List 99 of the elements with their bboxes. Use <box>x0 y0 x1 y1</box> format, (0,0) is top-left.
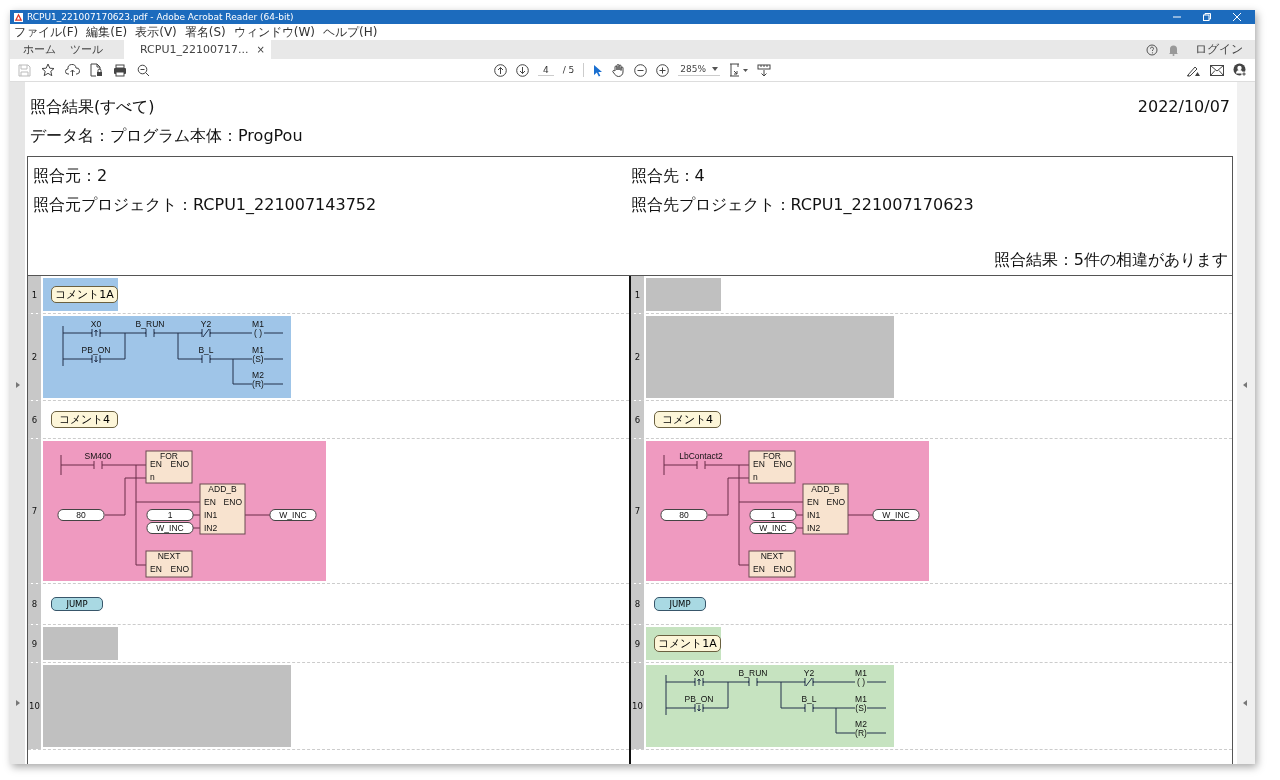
zoom-dropdown[interactable]: 285% <box>678 64 721 76</box>
pointer-icon[interactable] <box>593 63 604 77</box>
row-number: 10 <box>29 701 40 711</box>
menu-item[interactable]: ヘルプ(H) <box>323 23 378 41</box>
comment-label: コメント1A <box>51 286 118 303</box>
tab[interactable]: ツール <box>63 40 110 59</box>
coil: M2 (R) <box>855 719 867 738</box>
function-block: NEXT EN ENO <box>145 550 193 578</box>
row-number: 8 <box>31 599 38 609</box>
coil: M1 (S) <box>252 345 264 364</box>
menu-item[interactable]: 表示(V) <box>135 23 177 41</box>
row-number: 6 <box>31 414 38 425</box>
contact: PB_ON <box>81 345 111 364</box>
expand-right-icon[interactable] <box>1243 382 1247 388</box>
row-number: 9 <box>634 638 641 649</box>
previous-page-icon[interactable] <box>493 63 507 77</box>
function-block: FOR EN ENO n <box>145 450 193 484</box>
row-number: 10 <box>632 701 643 711</box>
zoom-out-button-icon[interactable] <box>634 63 648 77</box>
row-number: 7 <box>634 506 641 516</box>
coil: M1 (S) <box>855 694 867 713</box>
tab[interactable]: ホーム <box>16 40 63 59</box>
expand-right-icon[interactable] <box>1243 700 1247 706</box>
comment-label: コメント4 <box>51 411 118 428</box>
variable-label: 80 <box>57 509 105 521</box>
menu-item[interactable]: 編集(E) <box>86 23 128 41</box>
caret-icon <box>712 67 719 71</box>
tab[interactable]: RCPU1_22100717... × <box>124 40 271 59</box>
coil: M2 (R) <box>252 370 264 389</box>
source-project: 照合元プロジェクト：RCPU1_221007143752 <box>33 194 378 215</box>
contact: B_RUN <box>738 668 768 687</box>
report-title: 照合結果(すべて) <box>30 96 155 118</box>
contact: B_L <box>801 694 817 713</box>
contact: X0 <box>693 668 705 687</box>
pdf-file-icon <box>14 12 23 22</box>
row-number: 1 <box>31 289 38 300</box>
contact: B_RUN <box>135 319 165 338</box>
row-number: 8 <box>634 599 641 609</box>
minimize-icon[interactable] <box>1173 13 1181 21</box>
variable-label: W_INC <box>146 522 194 534</box>
menu-item[interactable]: ファイル(F) <box>14 23 79 41</box>
menu-item[interactable]: 署名(S) <box>184 23 226 41</box>
locked-file-icon[interactable] <box>90 63 103 77</box>
function-block: FOR EN ENO n <box>748 450 796 484</box>
contact: LbContact2 <box>679 451 723 470</box>
result-summary: 照合結果：5件の相違があります <box>993 250 1228 269</box>
menu-item[interactable]: ウィンドウ(W) <box>233 23 315 41</box>
contact: SM400 <box>84 451 112 470</box>
row-number: 6 <box>634 414 641 425</box>
row-number: 2 <box>634 352 641 362</box>
window-title: RCPU1_221007170623.pdf - Adobe Acrobat Reader (64-bit) <box>27 12 295 22</box>
contact: Y2 <box>803 668 815 687</box>
variable-label: 1 <box>146 509 194 521</box>
fit-page-icon[interactable] <box>729 63 749 77</box>
next-page-icon[interactable] <box>515 63 529 77</box>
login-link[interactable]: ログイン <box>1195 41 1243 58</box>
expand-left-icon[interactable] <box>16 382 20 388</box>
page-count: / 5 <box>562 65 575 75</box>
contact: PB_ON <box>684 694 714 713</box>
help-icon[interactable] <box>1146 43 1158 56</box>
expand-left-icon[interactable] <box>16 700 20 706</box>
comment-label: コメント1A <box>654 635 721 652</box>
star-icon[interactable] <box>41 63 55 77</box>
jump-label: JUMP <box>51 597 103 611</box>
target-label: 照合先：4 <box>630 165 706 186</box>
function-block: ADD_B EN ENO IN1 IN2 <box>802 483 849 535</box>
coil: M1 ( ) <box>855 668 867 687</box>
contact: Y2 <box>200 319 212 338</box>
zoom-out-icon[interactable] <box>137 63 150 77</box>
close-icon[interactable] <box>1233 13 1241 21</box>
function-block: NEXT EN ENO <box>748 550 796 578</box>
report-date: 2022/10/07 <box>1137 96 1230 118</box>
restore-icon[interactable] <box>1203 13 1211 21</box>
print-icon[interactable] <box>113 63 127 77</box>
coil: M1 ( ) <box>252 319 264 338</box>
source-label: 照合元：2 <box>33 165 109 186</box>
mail-icon[interactable] <box>1210 64 1224 76</box>
data-name-text: データ名：プログラム本体：ProgPou <box>29 125 304 147</box>
zoom-in-button-icon[interactable] <box>656 63 670 77</box>
variable-label: W_INC <box>872 509 920 521</box>
row-number: 1 <box>634 289 641 300</box>
contact: X0 <box>90 319 102 338</box>
variable-label: W_INC <box>749 522 797 534</box>
cloud-upload-icon[interactable] <box>65 63 80 77</box>
variable-label: W_INC <box>269 509 317 521</box>
hand-icon[interactable] <box>612 63 626 77</box>
function-block: ADD_B EN ENO IN1 IN2 <box>199 483 246 535</box>
variable-label: 80 <box>660 509 708 521</box>
comment-label: コメント4 <box>654 411 721 428</box>
user-add-icon[interactable] <box>1233 63 1247 77</box>
contact: B_L <box>198 345 214 364</box>
row-number: 2 <box>31 352 38 362</box>
ruler-icon[interactable] <box>757 63 772 77</box>
variable-label: 1 <box>749 509 797 521</box>
page-number-field[interactable]: 4 <box>537 64 554 76</box>
row-number: 7 <box>31 506 38 516</box>
target-project: 照合先プロジェクト：RCPU1_221007170623 <box>630 194 975 215</box>
row-number: 9 <box>31 638 38 649</box>
jump-label: JUMP <box>654 597 706 611</box>
